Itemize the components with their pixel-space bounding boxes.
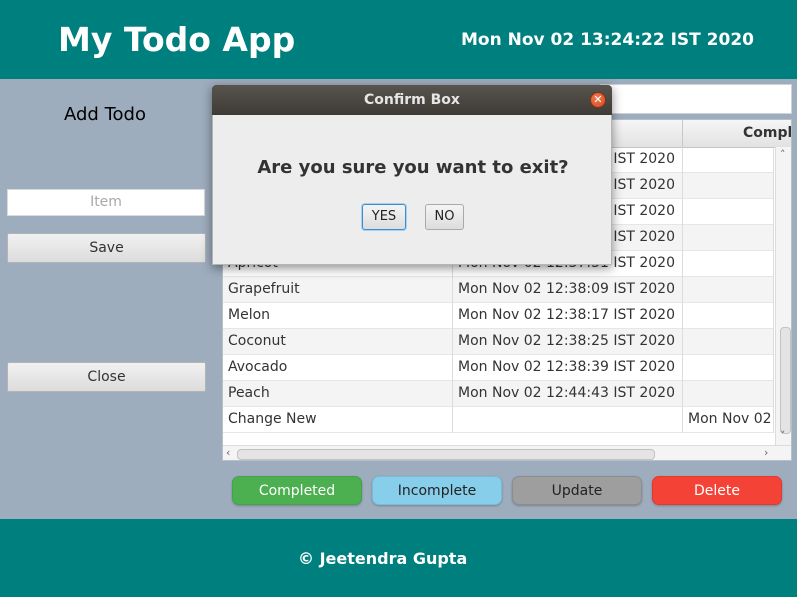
close-icon[interactable]: ✕ bbox=[590, 92, 606, 108]
app-title: My Todo App bbox=[58, 20, 296, 59]
cell-completed: Mon Nov 02 bbox=[683, 407, 774, 433]
cell-completed bbox=[683, 251, 774, 277]
scroll-right-icon[interactable]: › bbox=[764, 447, 768, 459]
save-button[interactable]: Save bbox=[7, 233, 206, 263]
scroll-up-icon[interactable]: ˄ bbox=[780, 149, 786, 161]
item-input[interactable]: Item bbox=[7, 189, 205, 216]
column-header-completed[interactable]: Compl bbox=[683, 120, 791, 147]
no-button[interactable]: NO bbox=[425, 204, 464, 230]
copyright-text: © Jeetendra Gupta bbox=[298, 549, 468, 568]
cell-item: Melon bbox=[223, 303, 453, 329]
table-row[interactable]: Melon Mon Nov 02 12:38:17 IST 2020 bbox=[223, 303, 774, 329]
completed-button[interactable]: Completed bbox=[232, 476, 362, 505]
table-row[interactable]: Avocado Mon Nov 02 12:38:39 IST 2020 bbox=[223, 355, 774, 381]
table-row[interactable]: Coconut Mon Nov 02 12:38:25 IST 2020 bbox=[223, 329, 774, 355]
dialog-title: Confirm Box bbox=[364, 92, 460, 108]
cell-item: Avocado bbox=[223, 355, 453, 381]
cell-created bbox=[453, 407, 683, 433]
cell-item: Grapefruit bbox=[223, 277, 453, 303]
scroll-left-icon[interactable]: ‹ bbox=[226, 447, 230, 459]
horizontal-scrollbar[interactable]: ‹ › bbox=[223, 445, 791, 460]
vertical-scroll-thumb[interactable] bbox=[780, 327, 791, 434]
current-datetime: Mon Nov 02 13:24:22 IST 2020 bbox=[461, 30, 754, 50]
cell-completed bbox=[683, 303, 774, 329]
table-row[interactable]: Peach Mon Nov 02 12:44:43 IST 2020 bbox=[223, 381, 774, 407]
cell-completed bbox=[683, 199, 774, 225]
table-row[interactable]: Grapefruit Mon Nov 02 12:38:09 IST 2020 bbox=[223, 277, 774, 303]
cell-completed bbox=[683, 173, 774, 199]
search-input[interactable] bbox=[600, 84, 792, 114]
confirm-dialog: Confirm Box ✕ Are you sure you want to e… bbox=[212, 85, 612, 265]
app-header: My Todo App Mon Nov 02 13:24:22 IST 2020 bbox=[0, 0, 797, 79]
cell-completed bbox=[683, 225, 774, 251]
close-button[interactable]: Close bbox=[7, 362, 206, 392]
add-todo-label: Add Todo bbox=[64, 104, 146, 125]
cell-completed bbox=[683, 147, 774, 173]
delete-button[interactable]: Delete bbox=[652, 476, 782, 505]
table-row[interactable]: Change New Mon Nov 02 bbox=[223, 407, 774, 433]
vertical-scrollbar[interactable]: ˄ ˅ bbox=[775, 147, 791, 445]
scroll-down-icon[interactable]: ˅ bbox=[780, 430, 786, 442]
cell-completed bbox=[683, 277, 774, 303]
incomplete-button[interactable]: Incomplete bbox=[372, 476, 502, 505]
cell-created: Mon Nov 02 12:38:25 IST 2020 bbox=[453, 329, 683, 355]
cell-completed bbox=[683, 329, 774, 355]
cell-created: Mon Nov 02 12:38:17 IST 2020 bbox=[453, 303, 683, 329]
cell-created: Mon Nov 02 12:38:09 IST 2020 bbox=[453, 277, 683, 303]
yes-button[interactable]: YES bbox=[362, 204, 406, 230]
cell-item: Peach bbox=[223, 381, 453, 407]
update-button[interactable]: Update bbox=[512, 476, 642, 505]
cell-created: Mon Nov 02 12:38:39 IST 2020 bbox=[453, 355, 683, 381]
dialog-titlebar[interactable]: Confirm Box ✕ bbox=[212, 85, 612, 115]
cell-item: Change New bbox=[223, 407, 453, 433]
cell-completed bbox=[683, 355, 774, 381]
dialog-message: Are you sure you want to exit? bbox=[257, 157, 569, 178]
app-footer: © Jeetendra Gupta bbox=[0, 519, 797, 597]
cell-created: Mon Nov 02 12:44:43 IST 2020 bbox=[453, 381, 683, 407]
horizontal-scroll-thumb[interactable] bbox=[237, 449, 655, 460]
dialog-body: Are you sure you want to exit? YES NO bbox=[212, 115, 612, 265]
cell-completed bbox=[683, 381, 774, 407]
cell-item: Coconut bbox=[223, 329, 453, 355]
